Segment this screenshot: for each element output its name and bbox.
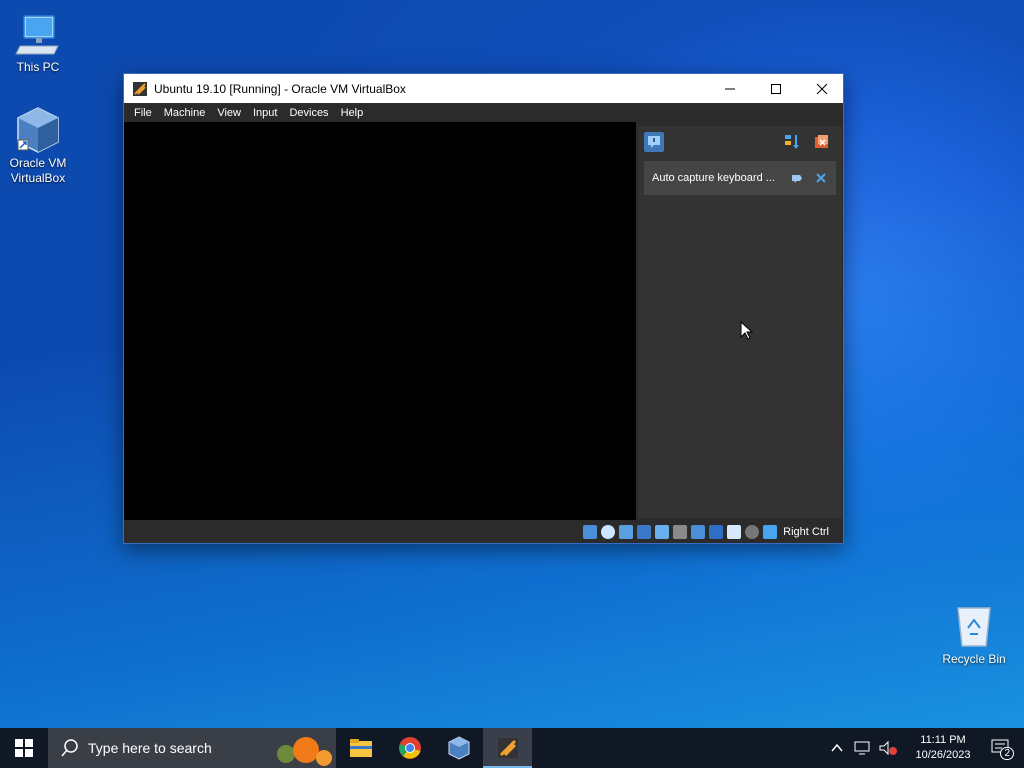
computer-icon xyxy=(14,10,62,58)
video-capture-icon[interactable] xyxy=(709,525,724,539)
maximize-button[interactable] xyxy=(753,74,799,103)
menu-view[interactable]: View xyxy=(211,107,247,119)
time: 11:11 PM xyxy=(920,734,966,746)
close-button[interactable] xyxy=(799,74,845,103)
windows-logo-icon xyxy=(15,739,33,757)
notification-toggle-icon[interactable] xyxy=(644,132,664,152)
taskbar-chrome[interactable] xyxy=(385,728,434,768)
title-bar[interactable]: Ubuntu 19.10 [Running] - Oracle VM Virtu… xyxy=(124,74,843,103)
display-icon[interactable] xyxy=(691,525,706,539)
desktop-icon-label: This PC xyxy=(16,60,60,74)
taskbar-virtualbox[interactable] xyxy=(434,728,483,768)
date: 10/26/2023 xyxy=(915,749,971,761)
vm-display[interactable] xyxy=(124,122,636,520)
menu-bar: File Machine View Input Devices Help xyxy=(124,103,843,122)
virtualbox-icon xyxy=(448,736,469,760)
volume-muted-icon[interactable] xyxy=(878,740,898,756)
menu-devices[interactable]: Devices xyxy=(283,107,334,119)
virtualbox-vm-window[interactable]: Ubuntu 19.10 [Running] - Oracle VM Virtu… xyxy=(123,73,844,544)
taskbar-file-explorer[interactable] xyxy=(336,728,385,768)
mouse-integration-icon[interactable] xyxy=(745,525,760,539)
pumpkins-icon xyxy=(277,737,332,766)
network-icon[interactable] xyxy=(854,740,872,756)
status-bar: Right Ctrl xyxy=(124,521,843,543)
menu-file[interactable]: File xyxy=(128,107,158,119)
menu-machine[interactable]: Machine xyxy=(158,107,212,119)
notification-count-badge: 2 xyxy=(1000,747,1014,760)
desktop-icon-virtualbox[interactable]: Oracle VM VirtualBox xyxy=(0,106,76,186)
taskbar-vm-window[interactable] xyxy=(483,728,532,768)
desktop-icon-label: Recycle Bin xyxy=(942,652,1006,666)
minimize-icon xyxy=(725,88,735,89)
pin-icon[interactable] xyxy=(790,171,804,185)
desktop-icon-this-pc[interactable]: This PC xyxy=(0,10,76,75)
host-key-label[interactable]: Right Ctrl xyxy=(783,526,829,538)
menu-help[interactable]: Help xyxy=(335,107,370,119)
minimize-button[interactable] xyxy=(707,74,753,103)
action-center-button[interactable]: 2 xyxy=(978,728,1024,768)
audio-icon[interactable] xyxy=(619,525,634,539)
close-icon xyxy=(816,83,828,94)
search-box[interactable]: Type here to search xyxy=(48,728,336,768)
chrome-icon xyxy=(398,737,421,759)
clock[interactable]: 11:11 PM 10/26/2023 xyxy=(908,733,978,763)
taskbar: Type here to search 11:11 PM 10/26/2023 … xyxy=(0,728,1024,768)
recycle-bin-icon xyxy=(950,602,998,650)
mouse-cursor-icon xyxy=(740,321,754,340)
shared-folders-icon[interactable] xyxy=(673,525,688,539)
optical-drive-icon[interactable] xyxy=(601,525,616,539)
notification-text: Auto capture keyboard ... xyxy=(652,172,775,184)
virtualbox-icon xyxy=(14,106,62,154)
virtualbox-vm-icon xyxy=(497,738,518,758)
hard-disk-icon[interactable] xyxy=(583,525,598,539)
desktop-icon-recycle-bin[interactable]: Recycle Bin xyxy=(936,602,1012,667)
start-button[interactable] xyxy=(0,728,48,768)
window-title: Ubuntu 19.10 [Running] - Oracle VM Virtu… xyxy=(154,81,406,96)
notification-item[interactable]: Auto capture keyboard ... xyxy=(644,161,836,195)
sort-icon[interactable] xyxy=(782,132,802,152)
folder-icon xyxy=(349,739,372,757)
search-icon xyxy=(61,739,78,757)
virtualbox-vm-icon xyxy=(133,81,147,96)
usb-icon[interactable] xyxy=(655,525,670,539)
menu-input[interactable]: Input xyxy=(247,107,283,119)
network-icon[interactable] xyxy=(637,525,652,539)
dismiss-all-icon[interactable] xyxy=(812,132,832,152)
search-placeholder: Type here to search xyxy=(88,740,212,756)
maximize-icon xyxy=(771,83,781,94)
virtualization-icon[interactable] xyxy=(727,525,742,539)
close-notification-icon[interactable] xyxy=(814,171,828,185)
chevron-up-icon[interactable] xyxy=(830,741,844,755)
keyboard-capture-icon[interactable] xyxy=(763,525,778,539)
system-tray: 11:11 PM 10/26/2023 2 xyxy=(830,728,1024,768)
desktop-icon-label: Oracle VM VirtualBox xyxy=(9,156,67,185)
